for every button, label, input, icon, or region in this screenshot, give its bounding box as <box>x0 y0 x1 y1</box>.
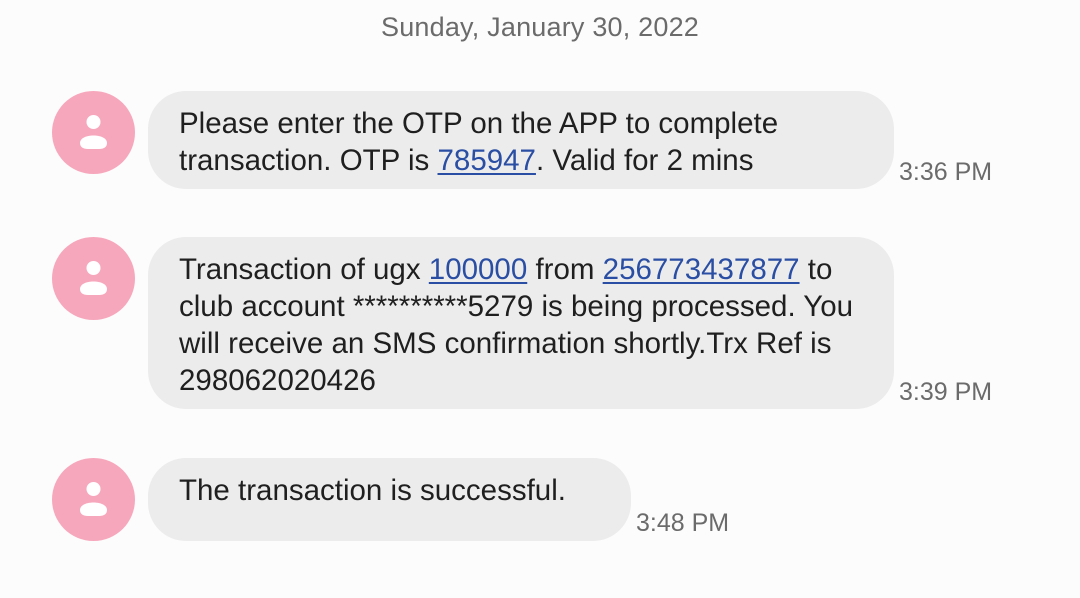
person-icon <box>80 482 107 516</box>
message-text: from <box>527 253 603 286</box>
avatar[interactable] <box>52 458 135 541</box>
amount-link[interactable]: 100000 <box>429 253 527 286</box>
message-timestamp: 3:48 PM <box>636 509 730 537</box>
avatar[interactable] <box>52 237 135 320</box>
message-timestamp: 3:39 PM <box>899 378 993 406</box>
message-text: . Valid for 2 mins <box>535 144 754 177</box>
otp-link[interactable]: 785947 <box>438 144 536 177</box>
message-bubble[interactable]: The transaction is successful. <box>148 458 631 541</box>
message-timestamp: 3:36 PM <box>899 158 993 186</box>
date-header: Sunday, January 30, 2022 <box>380 12 700 42</box>
avatar[interactable] <box>52 91 135 174</box>
phone-link[interactable]: 256773437877 <box>603 253 800 286</box>
person-icon <box>80 261 107 295</box>
message-text: Transaction of ugx <box>179 253 429 286</box>
person-icon <box>80 115 107 149</box>
message-bubble[interactable]: Please enter the OTP on the APP to compl… <box>148 91 894 189</box>
message-bubble[interactable]: Transaction of ugx 100000 from 256773437… <box>148 237 894 409</box>
message-text: The transaction is successful. <box>179 474 566 507</box>
